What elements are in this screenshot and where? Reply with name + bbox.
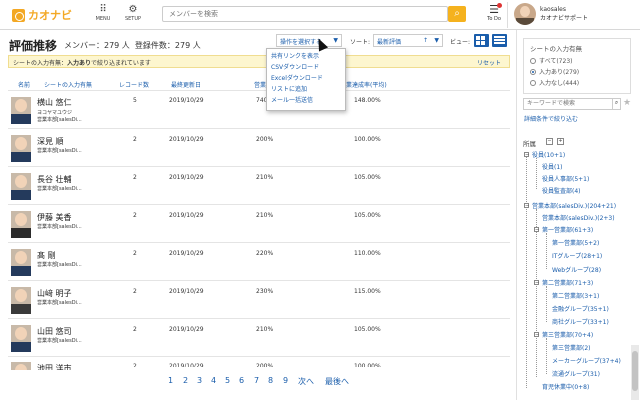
dept-title: 所属 xyxy=(523,140,536,148)
tree-toggle[interactable]: − xyxy=(534,332,539,338)
header-divider xyxy=(507,2,508,28)
setup-button[interactable]: ⚙ SETUP xyxy=(121,4,145,22)
page-counts: メンバー：279 人 登録件数：279 人 xyxy=(64,41,201,50)
grid-icon: ⠿ xyxy=(99,4,107,15)
sheet-filter-box: シートの入力有無 すべて(723) 入力あり(279) 入力なし(444) xyxy=(523,38,631,94)
sidebar-scrollbar[interactable] xyxy=(631,345,639,400)
header-divider xyxy=(8,90,510,91)
menu-item-bulk-mail[interactable]: メール一括送信 xyxy=(271,95,341,106)
sort-select[interactable]: 最新評価 ↑ ▼ xyxy=(373,34,443,47)
arrow-up-icon: ↑ xyxy=(422,37,428,44)
tree-node[interactable]: ITグループ(28+1) xyxy=(552,251,602,260)
menu-button[interactable]: ⠿ MENU xyxy=(91,4,115,22)
tree-node[interactable]: 第二営業部(3+1) xyxy=(552,291,599,300)
last-page-link[interactable]: 最後へ xyxy=(325,376,349,387)
logo-icon xyxy=(12,8,25,22)
page-link-3[interactable]: 3 xyxy=(197,376,202,385)
radio-empty[interactable]: 入力なし(444) xyxy=(530,78,579,87)
tree-node[interactable]: 営業本部(salesDiv.)(2+3) xyxy=(542,213,615,222)
user-avatar[interactable] xyxy=(514,3,536,25)
tile-view-button[interactable] xyxy=(474,34,489,47)
page-link-7[interactable]: 7 xyxy=(254,376,259,385)
todo-button[interactable]: ☰ To Do xyxy=(484,3,504,22)
tree-toggle[interactable]: − xyxy=(524,203,529,209)
keyword-search-input[interactable] xyxy=(523,98,613,110)
menu-item-csv-download[interactable]: CSVダウンロード xyxy=(271,62,341,73)
tree-node[interactable]: 第一営業部(5+2) xyxy=(552,238,599,247)
collapse-all-button[interactable]: − xyxy=(546,138,553,145)
search-icon: ⌕ xyxy=(614,99,619,106)
menu-item-add-to-list[interactable]: リストに追加 xyxy=(271,84,341,95)
expand-all-button[interactable]: + xyxy=(557,138,564,145)
keyword-search-button[interactable]: ⌕ xyxy=(613,98,621,110)
star-icon[interactable]: ★ xyxy=(623,98,631,108)
search-button[interactable]: ⌕ xyxy=(448,6,466,22)
tree-node[interactable]: メーカーグループ(37+4) xyxy=(552,356,621,365)
caret-down-icon: ▼ xyxy=(333,37,338,44)
tree-node[interactable]: 第二営業部(71+3) xyxy=(542,278,593,287)
tree-toggle[interactable]: − xyxy=(534,280,539,286)
caret-down-icon: ▼ xyxy=(434,37,439,44)
tree-node[interactable]: 役員(1) xyxy=(542,162,563,171)
radio-filled[interactable]: 入力あり(279) xyxy=(530,67,579,76)
view-label: ビュー: xyxy=(450,39,471,46)
menu-item-excel-download[interactable]: Excelダウンロード xyxy=(271,73,341,84)
column-header-name[interactable]: 名前 xyxy=(18,80,30,89)
avatar xyxy=(11,173,31,200)
operation-select[interactable]: 操作を選択する ▼ xyxy=(276,34,342,47)
menu-item-share-link[interactable]: 共有リンクを表示 xyxy=(271,51,341,62)
next-page-link[interactable]: 次へ xyxy=(298,376,314,387)
page-title: 評価推移 xyxy=(9,39,58,53)
tree-node[interactable]: 流通グループ(31) xyxy=(552,369,600,378)
page-link-8[interactable]: 8 xyxy=(268,376,273,385)
column-header-records[interactable]: レコード数 xyxy=(119,80,149,89)
app-header: カオナビ ⠿MENU ⚙SETUP ⌕ ☰To Do kaosalesカオナビサ… xyxy=(0,0,640,30)
tree-node[interactable]: 役員人事部(5+1) xyxy=(542,174,589,183)
page-link-9[interactable]: 9 xyxy=(283,376,288,385)
tree-toggle[interactable]: − xyxy=(524,152,529,158)
sort-label: ソート: xyxy=(350,39,371,46)
logo[interactable]: カオナビ xyxy=(12,7,72,23)
tree-node[interactable]: 役員監査部(4) xyxy=(542,186,581,195)
member-search-input[interactable] xyxy=(162,6,448,22)
notification-dot xyxy=(497,3,502,8)
list-view-button[interactable] xyxy=(492,34,507,47)
tree-node[interactable]: 第一営業部(61+3) xyxy=(542,225,593,234)
page-link-5[interactable]: 5 xyxy=(225,376,230,385)
avatar xyxy=(11,325,31,352)
tree-toggle[interactable]: − xyxy=(534,227,539,233)
tree-node[interactable]: 第三営業部(70+4) xyxy=(542,330,593,339)
user-info[interactable]: kaosales カオナビサポート xyxy=(540,5,588,23)
page-link-4[interactable]: 4 xyxy=(211,376,216,385)
advanced-filter-link[interactable]: 詳細条件で絞り込む xyxy=(524,114,578,123)
tree-node[interactable]: 商社グループ(33+1) xyxy=(552,317,609,326)
pager-bar xyxy=(0,370,516,400)
gear-icon: ⚙ xyxy=(128,4,138,15)
tree-node[interactable]: 金融グループ(35+1) xyxy=(552,304,609,313)
avatar xyxy=(11,211,31,238)
page-link-2[interactable]: 2 xyxy=(183,376,188,385)
reset-link[interactable]: リセット xyxy=(477,58,501,67)
page-link-6[interactable]: 6 xyxy=(239,376,244,385)
page-link-1[interactable]: 1 xyxy=(168,376,173,385)
avatar xyxy=(11,97,31,124)
search-icon: ⌕ xyxy=(454,8,460,19)
radio-all[interactable]: すべて(723) xyxy=(530,56,572,65)
filter-notice: シートの入力有無：入力ありで絞り込まれています リセット xyxy=(8,55,510,68)
avatar xyxy=(11,249,31,276)
avatar xyxy=(11,135,31,162)
operation-dropdown: 共有リンクを表示 CSVダウンロード Excelダウンロード リストに追加 メー… xyxy=(266,48,346,111)
tree-node[interactable]: 育児休業中(0+8) xyxy=(542,382,589,391)
column-header-updated[interactable]: 最終更新日 xyxy=(171,80,201,89)
tree-node[interactable]: 第三営業部(2) xyxy=(552,343,591,352)
column-header-sheet[interactable]: シートの入力有無 xyxy=(44,80,92,89)
avatar xyxy=(11,287,31,314)
tree-node[interactable]: Webグループ(28) xyxy=(552,265,601,274)
column-header-rate-2[interactable]: 営業達成率(平均) xyxy=(340,80,387,89)
tree-node[interactable]: 営業本部(salesDiv.)(204+21) xyxy=(532,201,616,210)
